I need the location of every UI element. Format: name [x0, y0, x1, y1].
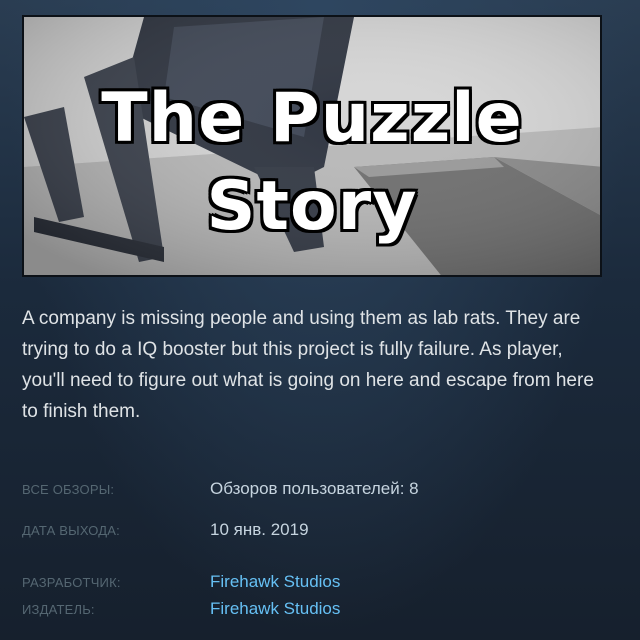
game-info-panel: The Puzzle Story A company is missing pe… [0, 0, 640, 640]
reviews-row: ВСЕ ОБЗОРЫ: Обзоров пользователей: 8 [22, 479, 622, 506]
game-description: A company is missing people and using th… [22, 308, 594, 422]
publisher-row: ИЗДАТЕЛЬ: Firehawk Studios [22, 599, 622, 626]
header-capsule-image[interactable]: The Puzzle Story [22, 15, 602, 277]
publisher-link[interactable]: Firehawk Studios [210, 599, 340, 619]
capsule-title-line-2: Story [206, 167, 418, 246]
developer-row: РАЗРАБОТЧИК: Firehawk Studios [22, 572, 622, 599]
capsule-title-line-1: The Puzzle [101, 79, 523, 158]
release-date-label: ДАТА ВЫХОДА: [22, 523, 120, 538]
release-date-value: 10 янв. 2019 [210, 520, 309, 539]
publisher-label: ИЗДАТЕЛЬ: [22, 602, 95, 617]
release-date-row: ДАТА ВЫХОДА: 10 янв. 2019 [22, 520, 622, 547]
developer-link[interactable]: Firehawk Studios [210, 572, 340, 592]
reviews-label: ВСЕ ОБЗОРЫ: [22, 482, 115, 497]
reviews-summary[interactable]: Обзоров пользователей: 8 [210, 479, 419, 499]
developer-label: РАЗРАБОТЧИК: [22, 575, 121, 590]
